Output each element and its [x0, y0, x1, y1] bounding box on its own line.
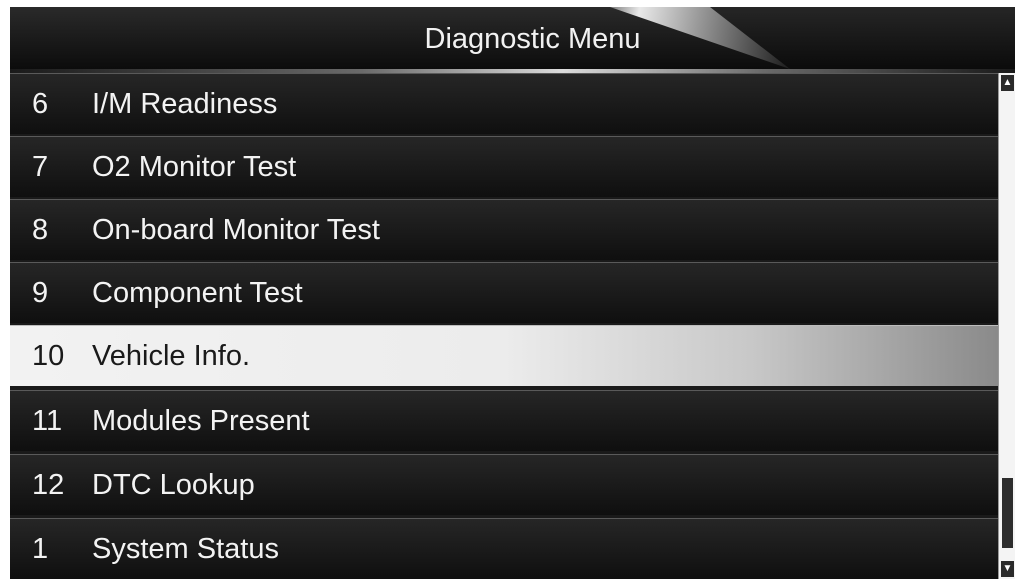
menu-item-number: 12 — [32, 469, 65, 501]
arrow-down-icon[interactable]: ▼ — [1001, 561, 1014, 577]
menu-item-number: 1 — [32, 533, 49, 565]
menu-item-label: Component Test — [92, 277, 303, 309]
menu-item-number: 11 — [32, 405, 63, 437]
menu-item-system-status[interactable]: 1 System Status — [10, 518, 998, 579]
menu-item-number: 9 — [32, 277, 49, 309]
menu-item-number: 8 — [32, 214, 49, 246]
menu-item-label: System Status — [92, 533, 279, 565]
title-bar: Diagnostic Menu — [10, 7, 1015, 69]
menu-item-label: I/M Readiness — [92, 88, 278, 120]
menu-item-vehicle-info[interactable]: 10 Vehicle Info. — [10, 325, 998, 386]
vertical-scrollbar[interactable]: ▲ ▼ — [998, 73, 1015, 579]
menu-item-component-test[interactable]: 9 Component Test — [10, 262, 998, 323]
menu-item-dtc-lookup[interactable]: 12 DTC Lookup — [10, 454, 998, 515]
menu-item-o2-monitor-test[interactable]: 7 O2 Monitor Test — [10, 136, 998, 197]
menu-item-label: Modules Present — [92, 405, 310, 437]
menu-item-label: O2 Monitor Test — [92, 151, 297, 183]
menu-item-label: On-board Monitor Test — [92, 214, 380, 246]
menu-item-modules-present[interactable]: 11 Modules Present — [10, 390, 998, 451]
menu-item-number: 10 — [32, 340, 65, 372]
menu-item-label: Vehicle Info. — [92, 340, 250, 372]
menu-item-number: 6 — [32, 88, 49, 120]
scrollbar-thumb[interactable] — [1002, 478, 1013, 548]
menu-item-number: 7 — [32, 151, 49, 183]
menu-item-label: DTC Lookup — [92, 469, 255, 501]
menu-list: 6 I/M Readiness 7 O2 Monitor Test 8 On-b… — [10, 73, 998, 579]
menu-item-im-readiness[interactable]: 6 I/M Readiness — [10, 73, 998, 134]
diagnostic-screen: Diagnostic Menu 6 I/M Readiness 7 O2 Mon… — [10, 7, 1015, 579]
page-title: Diagnostic Menu — [424, 23, 641, 55]
menu-item-onboard-monitor-test[interactable]: 8 On-board Monitor Test — [10, 199, 998, 260]
arrow-up-icon[interactable]: ▲ — [1001, 75, 1014, 91]
